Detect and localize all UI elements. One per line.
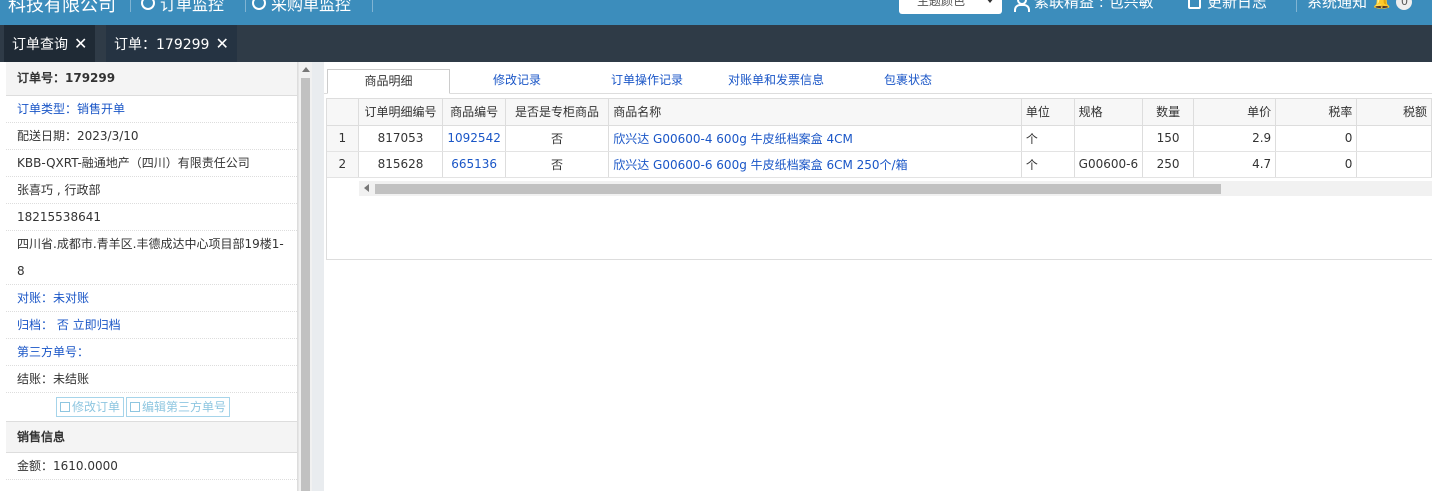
order-actions: 修改订单 编辑第三方单号 xyxy=(6,393,297,422)
monitor-icon xyxy=(141,0,155,10)
theme-select[interactable]: 主题颜色 xyxy=(899,0,1002,14)
cell-tax xyxy=(1356,151,1432,178)
order-info-panel: 订单号：179299 订单类型：销售开单 配送日期：2023/3/10 KBB-… xyxy=(6,62,298,491)
table-header: 订单明细编号 商品编号 是否是专柜商品 商品名称 单位 规格 数量 单价 税率 … xyxy=(327,99,1432,126)
edit-order-button[interactable]: 修改订单 xyxy=(56,397,125,417)
delivery-date: 配送日期：2023/3/10 xyxy=(6,123,297,150)
table-horizontal-scrollbar[interactable] xyxy=(359,181,1432,196)
cell-spec xyxy=(1074,125,1144,152)
third-party-number[interactable]: 第三方单号： xyxy=(6,339,297,366)
cell-special: 否 xyxy=(505,151,610,178)
bell-icon: 🔔 xyxy=(1373,0,1391,10)
col-tax-rate[interactable]: 税率 xyxy=(1275,99,1358,126)
table-row[interactable]: 2 815628 665136 否 欣兴达 G00600-6 600g 牛皮纸档… xyxy=(327,151,1432,178)
col-rownum xyxy=(327,99,359,126)
archive-status[interactable]: 归档： 否 立即归档 xyxy=(6,312,297,339)
cell-special: 否 xyxy=(505,125,610,152)
order-detail-main: 商品明细 修改记录 订单操作记录 对账单和发票信息 包裹状态 订单明细编号 商品… xyxy=(324,62,1432,491)
cell-spec: G00600-6 xyxy=(1074,151,1144,178)
user-menu[interactable]: 紫联精益 : 包兴敏 xyxy=(1014,0,1154,12)
cell-price: 4.7 xyxy=(1193,151,1277,178)
cell-tax xyxy=(1356,125,1432,152)
col-special[interactable]: 是否是专柜商品 xyxy=(505,99,610,126)
detail-tabs: 商品明细 修改记录 订单操作记录 对账单和发票信息 包裹状态 xyxy=(324,62,1432,94)
close-icon[interactable]: ✕ xyxy=(215,34,228,53)
product-grid: 订单明细编号 商品编号 是否是专柜商品 商品名称 单位 规格 数量 单价 税率 … xyxy=(326,98,1432,260)
tab-statement-invoice[interactable]: 对账单和发票信息 xyxy=(728,69,824,94)
row-number: 1 xyxy=(327,125,359,152)
cell-unit: 个 xyxy=(1021,125,1075,152)
scrollbar-thumb[interactable] xyxy=(301,78,310,491)
table-row[interactable]: 1 817053 1092542 否 欣兴达 G00600-4 600g 牛皮纸… xyxy=(327,125,1432,152)
cell-detail-no: 817053 xyxy=(358,125,444,152)
notification-badge: 0 xyxy=(1396,0,1413,10)
tab-order-query[interactable]: 订单查询 ✕ xyxy=(4,25,96,62)
col-tax[interactable]: 税额 xyxy=(1356,99,1432,126)
cell-qty: 250 xyxy=(1142,151,1195,178)
cell-tax-rate: 0 xyxy=(1275,125,1358,152)
sales-amount: 金额：1610.0000 xyxy=(6,453,297,480)
nav-order-monitor[interactable]: 订单监控 xyxy=(141,0,224,15)
sales-info-title: 销售信息 xyxy=(6,422,297,453)
document-icon xyxy=(1188,0,1201,9)
col-qty[interactable]: 数量 xyxy=(1142,99,1195,126)
cell-detail-no: 815628 xyxy=(358,151,444,178)
nav-purchase-monitor[interactable]: 采购单监控 xyxy=(252,0,351,15)
customer-name: KBB-QXRT-融通地产（四川）有限责任公司 xyxy=(6,150,297,177)
monitor-icon xyxy=(252,0,266,10)
edit-icon xyxy=(130,402,141,412)
left-panel-scrollbar[interactable] xyxy=(298,62,312,491)
cell-price: 2.9 xyxy=(1193,125,1277,152)
tab-product-details[interactable]: 商品明细 xyxy=(327,69,450,94)
delivery-address: 四川省.成都市.青羊区.丰德成达中心项目部19楼1-8 xyxy=(6,231,297,285)
user-icon xyxy=(1014,0,1030,12)
tab-package-status[interactable]: 包裹状态 xyxy=(884,69,932,94)
tab-order-detail[interactable]: 订单：179299 ✕ xyxy=(106,25,237,62)
cell-product-name-link[interactable]: 欣兴达 G00600-6 600g 牛皮纸档案盒 6CM 250个/箱 xyxy=(608,151,1022,178)
cell-sku-link[interactable]: 1092542 xyxy=(442,125,506,152)
settle-status: 结账：未结账 xyxy=(6,366,297,393)
col-product-name[interactable]: 商品名称 xyxy=(608,99,1022,126)
order-type[interactable]: 订单类型：销售开单 xyxy=(6,96,297,123)
notification-menu[interactable]: 系统通知 🔔 0 xyxy=(1307,0,1413,12)
contact-name: 张喜巧 , 行政部 xyxy=(6,177,297,204)
edit-third-party-button[interactable]: 编辑第三方单号 xyxy=(126,397,231,417)
tab-modify-records[interactable]: 修改记录 xyxy=(493,69,541,94)
row-number: 2 xyxy=(327,151,359,178)
tab-operation-records[interactable]: 订单操作记录 xyxy=(611,69,683,94)
cell-unit: 个 xyxy=(1021,151,1075,178)
edit-icon xyxy=(60,402,70,412)
col-spec[interactable]: 规格 xyxy=(1074,99,1144,126)
cell-sku-link[interactable]: 665136 xyxy=(442,151,506,178)
product-table: 订单明细编号 商品编号 是否是专柜商品 商品名称 单位 规格 数量 单价 税率 … xyxy=(327,99,1432,178)
page-tab-bar: 订单查询 ✕ 订单：179299 ✕ xyxy=(0,25,1432,62)
cell-product-name-link[interactable]: 欣兴达 G00600-4 600g 牛皮纸档案盒 4CM xyxy=(608,125,1022,152)
cell-qty: 150 xyxy=(1142,125,1195,152)
scroll-up-icon[interactable] xyxy=(302,67,310,72)
col-unit[interactable]: 单位 xyxy=(1021,99,1075,126)
scroll-left-icon[interactable] xyxy=(364,184,369,192)
reconcile-status[interactable]: 对账：未对账 xyxy=(6,285,297,312)
cell-tax-rate: 0 xyxy=(1275,151,1358,178)
chevron-down-icon xyxy=(986,0,994,3)
top-navbar: 科技有限公司 订单监控 采购单监控 主题颜色 紫联精益 : 包兴敏 更新日志 系… xyxy=(0,0,1432,25)
scrollbar-thumb[interactable] xyxy=(375,184,1221,194)
col-sku[interactable]: 商品编号 xyxy=(442,99,506,126)
close-icon[interactable]: ✕ xyxy=(74,34,87,53)
col-detail-no[interactable]: 订单明细编号 xyxy=(358,99,444,126)
contact-phone: 18215538641 xyxy=(6,204,297,231)
col-price[interactable]: 单价 xyxy=(1193,99,1277,126)
order-number: 订单号：179299 xyxy=(6,62,297,96)
update-log-link[interactable]: 更新日志 xyxy=(1188,0,1267,12)
company-name: 科技有限公司 xyxy=(8,0,116,16)
